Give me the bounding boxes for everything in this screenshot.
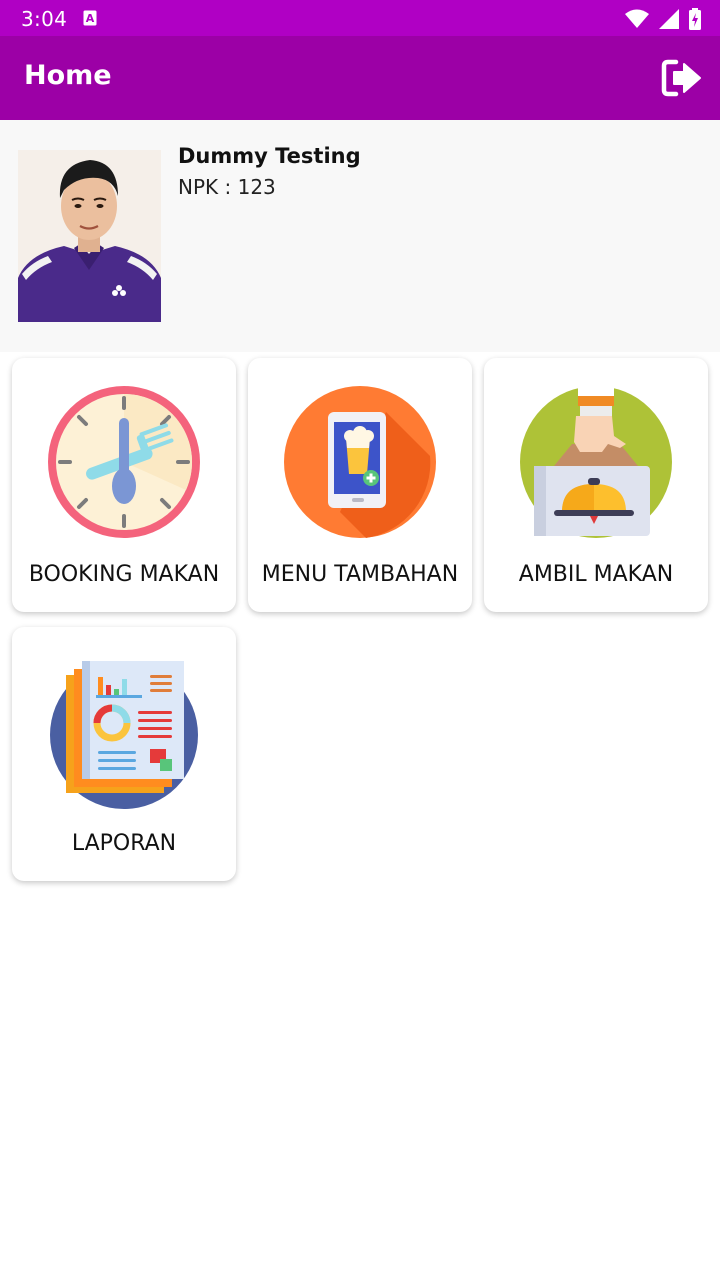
profile-card: Dummy Testing NPK : 123 [0,120,720,352]
laporan-card[interactable]: LAPORAN [12,627,236,881]
profile-npk: NPK : 123 [178,175,276,199]
ambil-makan-card[interactable]: AMBIL MAKAN [484,358,708,612]
ambil-makan-label: AMBIL MAKAN [518,562,674,587]
menu-tambahan-card[interactable]: MENU TAMBAHAN [248,358,472,612]
clock-fork-spoon-icon [48,386,200,538]
status-bar: 3:04 A [0,0,720,36]
report-document-icon [50,661,198,809]
status-icons [625,8,701,30]
logout-icon [661,59,701,97]
laporan-label: LAPORAN [71,831,177,856]
booking-makan-label: BOOKING MAKAN [28,562,220,587]
page-title: Home [24,60,112,91]
profile-name: Dummy Testing [178,144,361,168]
battery-charging-icon [689,8,701,30]
menu-tambahan-label: MENU TAMBAHAN [261,562,459,587]
hand-food-delivery-icon [520,386,672,538]
logout-button[interactable] [660,58,706,98]
signal-icon [659,9,679,29]
app-bar: Home [0,36,720,120]
avatar [18,150,161,322]
svg-text:A: A [86,12,95,25]
status-time: 3:04 [21,7,68,31]
booking-makan-card[interactable]: BOOKING MAKAN [12,358,236,612]
wifi-icon [625,9,649,28]
notification-a-icon: A [83,10,97,26]
phone-drink-add-icon [284,386,436,538]
